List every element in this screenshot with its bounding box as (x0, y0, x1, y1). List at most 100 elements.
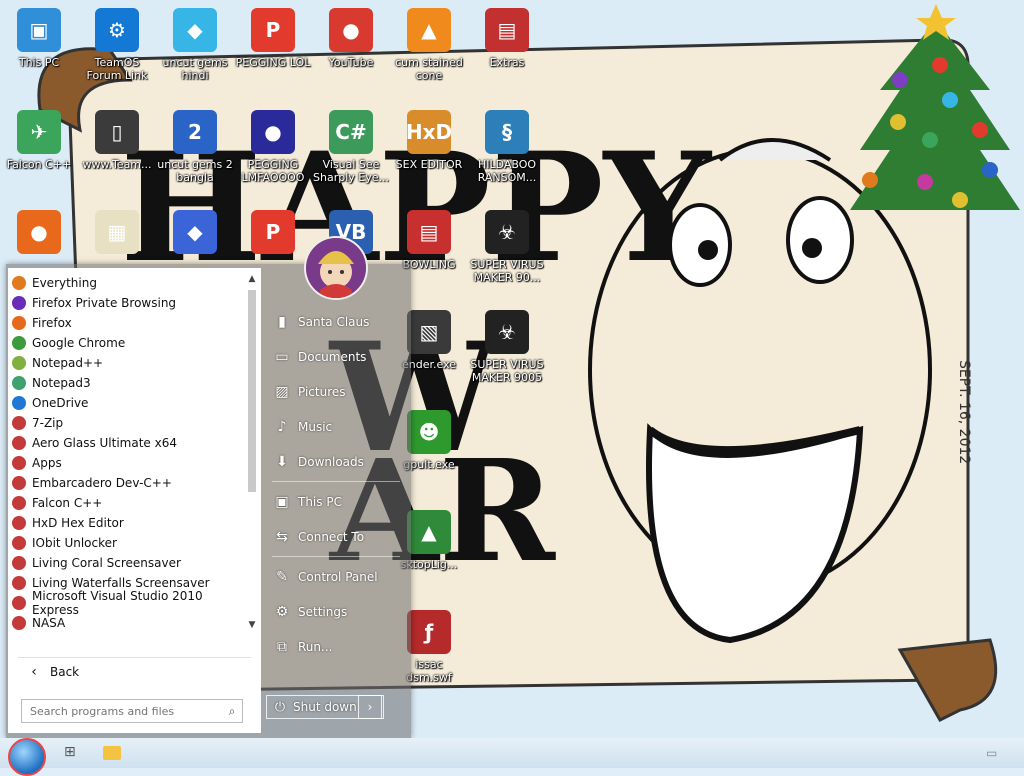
user-avatar[interactable] (304, 236, 368, 300)
program-item[interactable]: Microsoft Visual Studio 2010 Express (8, 589, 244, 617)
desktop-shortcut[interactable]: P PEGGING LOL (234, 8, 312, 69)
desktop-shortcut[interactable]: 2 uncut gems 2 bangla (156, 110, 234, 184)
desktop-shortcut[interactable]: ▯ www.Team... (78, 110, 156, 171)
virus-maker-icon: ☣ (485, 210, 529, 254)
desktop-shortcut-label: Falcon C++ (6, 158, 72, 171)
scroll-down-icon[interactable]: ▼ (245, 618, 259, 632)
program-item[interactable]: Everything (8, 273, 244, 293)
program-item[interactable]: Google Chrome (8, 333, 244, 353)
vlc-cone-icon: ▲ (407, 8, 451, 52)
start-button[interactable] (8, 738, 46, 776)
desktop-shortcut[interactable]: ◆ uncut gems hindi (156, 8, 234, 82)
program-icon (12, 476, 26, 490)
program-label: Microsoft Visual Studio 2010 Express (32, 589, 203, 617)
desktop-shortcut[interactable]: ▣ This PC (0, 8, 78, 69)
desktop-shortcut[interactable]: ● (0, 210, 78, 258)
program-item[interactable]: 7-Zip (8, 413, 244, 433)
desktop-shortcut[interactable]: ⚙ TeamOS Forum Link (78, 8, 156, 82)
places-item[interactable]: ⚙ Settings (266, 594, 406, 629)
program-label: Living Coral Screensaver (32, 556, 181, 570)
program-item[interactable]: IObit Unlocker (8, 533, 244, 553)
desktop-shortcut[interactable]: ☣ SUPER VIRUS MAKER 90... (468, 210, 546, 284)
desktop-shortcut[interactable]: § HILDABOO RANSOM... (468, 110, 546, 184)
task-view-icon[interactable]: ⊞ (64, 744, 76, 760)
power-icon: ⏻ (274, 699, 286, 715)
places-item[interactable]: ▭ Documents (266, 339, 406, 374)
places-item[interactable]: ♪ Music (266, 409, 406, 444)
places-label: Downloads (298, 454, 364, 469)
places-item[interactable]: ⧉ Run... (266, 629, 406, 664)
program-icon (12, 296, 26, 310)
gem-icon: ◆ (173, 8, 217, 52)
shutdown-options-button[interactable]: › (358, 695, 382, 719)
search-icon[interactable]: ⌕ (222, 704, 242, 719)
falcon-icon: ✈ (17, 110, 61, 154)
search-input[interactable] (22, 703, 222, 719)
tree-icon: ▲ (407, 510, 451, 554)
places-label: Settings (298, 604, 348, 619)
pixel-icon: ▦ (95, 210, 139, 254)
pictures-icon: ▨ (275, 383, 289, 400)
program-item[interactable]: Aero Glass Ultimate x64 (8, 433, 244, 453)
program-label: Everything (32, 276, 97, 290)
file-explorer-icon[interactable] (103, 746, 121, 760)
desktop-shortcut[interactable]: ☣ SUPER VIRUS MAKER 9005 (468, 310, 546, 384)
places-item[interactable]: ▨ Pictures (266, 374, 406, 409)
documents-icon: ▭ (275, 348, 289, 365)
user-folder-icon: ▮ (278, 313, 286, 330)
desktop-shortcut[interactable]: ▦ (78, 210, 156, 258)
program-item[interactable]: Notepad++ (8, 353, 244, 373)
places-item[interactable]: ⇆ Connect To (266, 519, 406, 554)
program-item[interactable]: Notepad3 (8, 373, 244, 393)
santa-avatar-icon (306, 238, 366, 298)
desktop-shortcut[interactable]: ▤ Extras (468, 8, 546, 69)
music-icon: ♪ (277, 418, 287, 435)
desktop-shortcut[interactable]: ▲ cum stained cone (390, 8, 468, 82)
places-item[interactable]: ✎ Control Panel (266, 559, 406, 594)
desktop-shortcut[interactable]: ▤ BOWLING (390, 210, 468, 271)
program-item[interactable]: OneDrive (8, 393, 244, 413)
virus-maker-icon: ☣ (485, 310, 529, 354)
pegging-icon: ● (251, 110, 295, 154)
desktop-shortcut-label: Extras (489, 56, 525, 69)
places-item[interactable]: ▮ Santa Claus (266, 304, 406, 339)
desktop-shortcut[interactable]: ● PEGGING LMFAOOOO (234, 110, 312, 184)
program-item[interactable]: Firefox Private Browsing (8, 293, 244, 313)
program-item[interactable]: HxD Hex Editor (8, 513, 244, 533)
desktop-shortcut[interactable]: ◆ (156, 210, 234, 258)
run-icon: ⧉ (277, 638, 287, 655)
program-label: Falcon C++ (32, 496, 103, 510)
program-item[interactable]: Firefox (8, 313, 244, 333)
search-box[interactable]: ⌕ (21, 699, 243, 723)
program-label: Living Waterfalls Screensaver (32, 576, 210, 590)
program-icon (12, 356, 26, 370)
programs-scrollbar[interactable]: ▲ ▼ (245, 272, 259, 632)
scrollbar-thumb[interactable] (248, 290, 256, 492)
program-item[interactable]: Falcon C++ (8, 493, 244, 513)
gear-icon: ⚙ (95, 8, 139, 52)
angry-bird-icon: ● (329, 8, 373, 52)
desktop-shortcut[interactable]: ● YouTube (312, 8, 390, 69)
folder-icon: ▤ (407, 210, 451, 254)
places-label: Music (298, 419, 333, 434)
program-label: Firefox Private Browsing (32, 296, 177, 310)
places-item[interactable]: ⬇ Downloads (266, 444, 406, 479)
program-item[interactable]: Apps (8, 453, 244, 473)
back-button[interactable]: ‹ Back (18, 660, 251, 684)
program-icon (12, 316, 26, 330)
places-label: Run... (298, 639, 333, 654)
places-item[interactable]: ▣ This PC (266, 484, 406, 519)
desktop-shortcut[interactable]: HxD SEX EDITOR (390, 110, 468, 171)
desktop-shortcut[interactable]: P (234, 210, 312, 258)
desktop-shortcut[interactable]: ✈ Falcon C++ (0, 110, 78, 171)
program-icon (12, 336, 26, 350)
notification-icon[interactable]: ▭ (986, 746, 997, 760)
this-pc-icon: ▣ (17, 8, 61, 52)
scroll-up-icon[interactable]: ▲ (245, 272, 259, 286)
pegging-icon: P (251, 210, 295, 254)
program-item[interactable]: Living Coral Screensaver (8, 553, 244, 573)
program-item[interactable]: Embarcadero Dev-C++ (8, 473, 244, 493)
desktop-shortcut-label: HILDABOO RANSOM... (477, 158, 537, 184)
desktop-shortcut[interactable]: C# Visual See Sharply Eye... (312, 110, 390, 184)
desktop-shortcut-label: uncut gems 2 bangla (157, 158, 233, 184)
